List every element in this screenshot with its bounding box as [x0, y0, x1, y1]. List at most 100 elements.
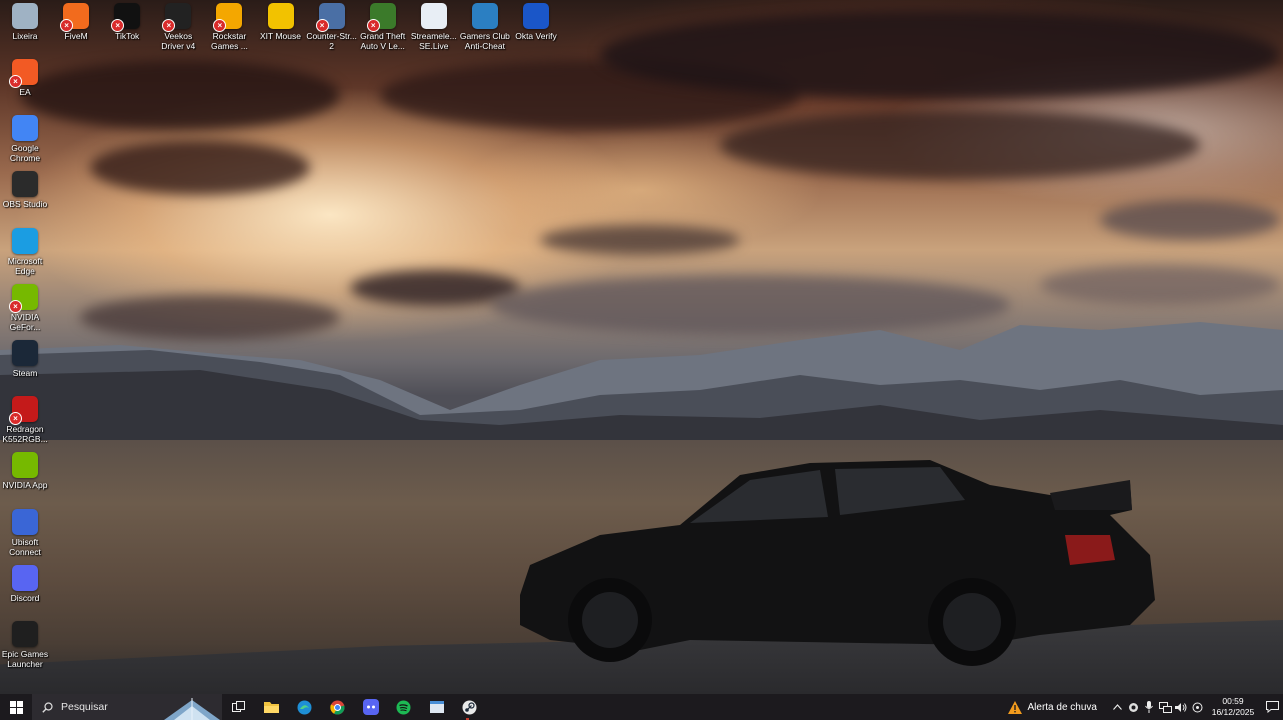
desktop-icon-label: Discord — [10, 592, 40, 603]
edge-icon — [12, 227, 38, 254]
app-window-taskbar-icon — [429, 701, 444, 713]
ea-icon: × — [9, 59, 38, 88]
spotify-taskbar-button[interactable] — [387, 694, 420, 720]
chrome-icon — [12, 115, 38, 142]
desktop-icon-fivem[interactable]: × FiveM — [50, 0, 102, 41]
veekos-driver-icon: × — [162, 3, 192, 32]
desktop-icon-streamelements[interactable]: Streamele... SE.Live — [408, 0, 460, 51]
shortcut-error-badge: × — [60, 19, 74, 32]
task-view-icon — [232, 701, 245, 712]
chrome-taskbar-icon — [330, 700, 345, 715]
desktop-icon-chrome[interactable]: Google Chrome — [0, 112, 51, 163]
desktop-icon-recycle-bin[interactable]: Lixeira — [0, 0, 51, 41]
discord-icon — [12, 564, 38, 591]
desktop-icon-gta-v[interactable]: × Grand Theft Auto V Le... — [357, 0, 409, 51]
desktop-icon-epic-games[interactable]: Epic Games Launcher — [0, 618, 51, 669]
weather-text: Alerta de chuva — [1027, 701, 1098, 713]
gamers-club-icon — [471, 3, 498, 29]
okta-verify-icon — [523, 3, 549, 29]
desktop-icon-gamers-club[interactable]: Gamers Club Anti-Cheat — [459, 0, 511, 51]
desktop-icon-redragon[interactable]: × Redragon K552RGB... — [0, 393, 51, 444]
desktop-icon-counter-strike[interactable]: × Counter-Str... 2 — [306, 0, 358, 51]
streamelements-icon — [420, 3, 447, 29]
desktop-icon-veekos-driver[interactable]: × Veekos Driver v4 — [152, 0, 204, 51]
weather-widget[interactable]: Alerta de chuva — [1007, 700, 1098, 714]
gta-v-icon: × — [366, 3, 396, 32]
desktop-icon-label: Lixeira — [12, 31, 38, 41]
discord-taskbar-icon — [362, 699, 379, 715]
shortcut-error-badge: × — [366, 19, 380, 32]
desktop-icon-label: Redragon K552RGB... — [2, 424, 48, 445]
tray-app-icon — [1128, 702, 1138, 712]
desktop-icon-discord[interactable]: Discord — [0, 562, 51, 603]
taskbar: Pesquisar Alerta de chuva 00:59 16/12/20… — [0, 694, 1283, 720]
tray-app-button[interactable] — [1125, 702, 1141, 713]
desktop-icon-label: Microsoft Edge — [7, 255, 43, 276]
desktop-icon-xit-mouse[interactable]: XIT Mouse — [255, 0, 307, 41]
desktop-icon-nvidia-app[interactable]: NVIDIA App — [0, 449, 51, 490]
weather-alert-icon — [1007, 700, 1022, 714]
clock[interactable]: 00:59 16/12/2025 — [1211, 696, 1255, 718]
obs-studio-icon — [12, 171, 38, 198]
desktop-icon-label: Epic Games Launcher — [1, 649, 49, 669]
security-button[interactable] — [1189, 702, 1205, 713]
desktop-icon-obs-studio[interactable]: OBS Studio — [0, 168, 51, 209]
spotify-taskbar-icon — [396, 700, 411, 714]
fivem-icon: × — [60, 3, 90, 32]
desktop-icon-label: Ubisoft Connect — [9, 536, 41, 557]
steam-taskbar-button[interactable] — [453, 694, 486, 720]
nvidia-geforce-icon: × — [9, 283, 38, 313]
desktop-icon-label: Google Chrome — [9, 143, 41, 164]
microphone-button[interactable] — [1141, 701, 1157, 713]
desktop-icon-ea[interactable]: × EA — [0, 56, 51, 97]
chevron-up-icon — [1112, 704, 1122, 710]
microphone-icon — [1145, 701, 1153, 713]
notification-icon — [1265, 701, 1279, 713]
search-highlight-illustration — [164, 698, 220, 720]
desktop-icon-nvidia-geforce[interactable]: × NVIDIA GeFor... — [0, 281, 51, 332]
desktop-icon-ubisoft-connect[interactable]: Ubisoft Connect — [0, 506, 51, 557]
clock-time: 00:59 — [1222, 696, 1244, 706]
desktop-icon-label: TikTok — [115, 31, 140, 41]
ubisoft-connect-icon — [12, 508, 38, 535]
nvidia-app-icon — [12, 452, 38, 479]
desktop-icon-label: EA — [19, 87, 31, 97]
task-view-button[interactable] — [222, 694, 255, 720]
desktop-icon-label: Gamers Club Anti-Cheat — [459, 31, 510, 51]
desktop-icon-label: Steam — [12, 368, 38, 378]
start-button[interactable] — [0, 694, 32, 720]
desktop-icon-label: Okta Verify — [515, 31, 557, 41]
desktop-icon-label: Grand Theft Auto V Le... — [360, 31, 406, 51]
app-window-taskbar-button[interactable] — [420, 694, 453, 720]
file-explorer-button[interactable] — [255, 694, 288, 720]
desktop-icon-label: NVIDIA GeFor... — [9, 311, 41, 332]
discord-taskbar-button[interactable] — [354, 694, 387, 720]
shortcut-error-badge: × — [315, 19, 329, 32]
desktop-icon-steam[interactable]: Steam — [0, 337, 51, 378]
network-button[interactable] — [1157, 701, 1173, 713]
xit-mouse-icon — [267, 3, 294, 29]
counter-strike-icon: × — [315, 3, 345, 32]
desktop-icon-label: FiveM — [64, 31, 88, 41]
desktop-icon-label: Counter-Str... 2 — [306, 31, 357, 51]
redragon-icon: × — [9, 396, 38, 426]
volume-button[interactable] — [1173, 702, 1189, 713]
taskbar-search-box[interactable]: Pesquisar — [32, 694, 222, 720]
volume-icon — [1174, 702, 1186, 712]
desktop-icon-label: Streamele... SE.Live — [410, 31, 457, 51]
shortcut-error-badge: × — [9, 75, 22, 88]
desktop-icon-tiktok[interactable]: × TikTok — [101, 0, 153, 41]
desktop-icon-okta-verify[interactable]: Okta Verify — [510, 0, 562, 41]
shortcut-error-badge: × — [9, 299, 22, 313]
desktop-icon-rockstar[interactable]: × Rockstar Games ... — [203, 0, 255, 51]
notification-center-button[interactable] — [1261, 701, 1283, 713]
search-icon — [42, 701, 53, 713]
desktop-icon-edge[interactable]: Microsoft Edge — [0, 225, 51, 276]
show-hidden-icons-button[interactable] — [1109, 704, 1125, 710]
chrome-taskbar-button[interactable] — [321, 694, 354, 720]
edge-taskbar-button[interactable] — [288, 694, 321, 720]
sync-icon — [1192, 702, 1202, 712]
desktop-wallpaper — [0, 0, 1283, 694]
desktop-icon-label: OBS Studio — [2, 199, 48, 210]
search-placeholder: Pesquisar — [61, 701, 108, 713]
